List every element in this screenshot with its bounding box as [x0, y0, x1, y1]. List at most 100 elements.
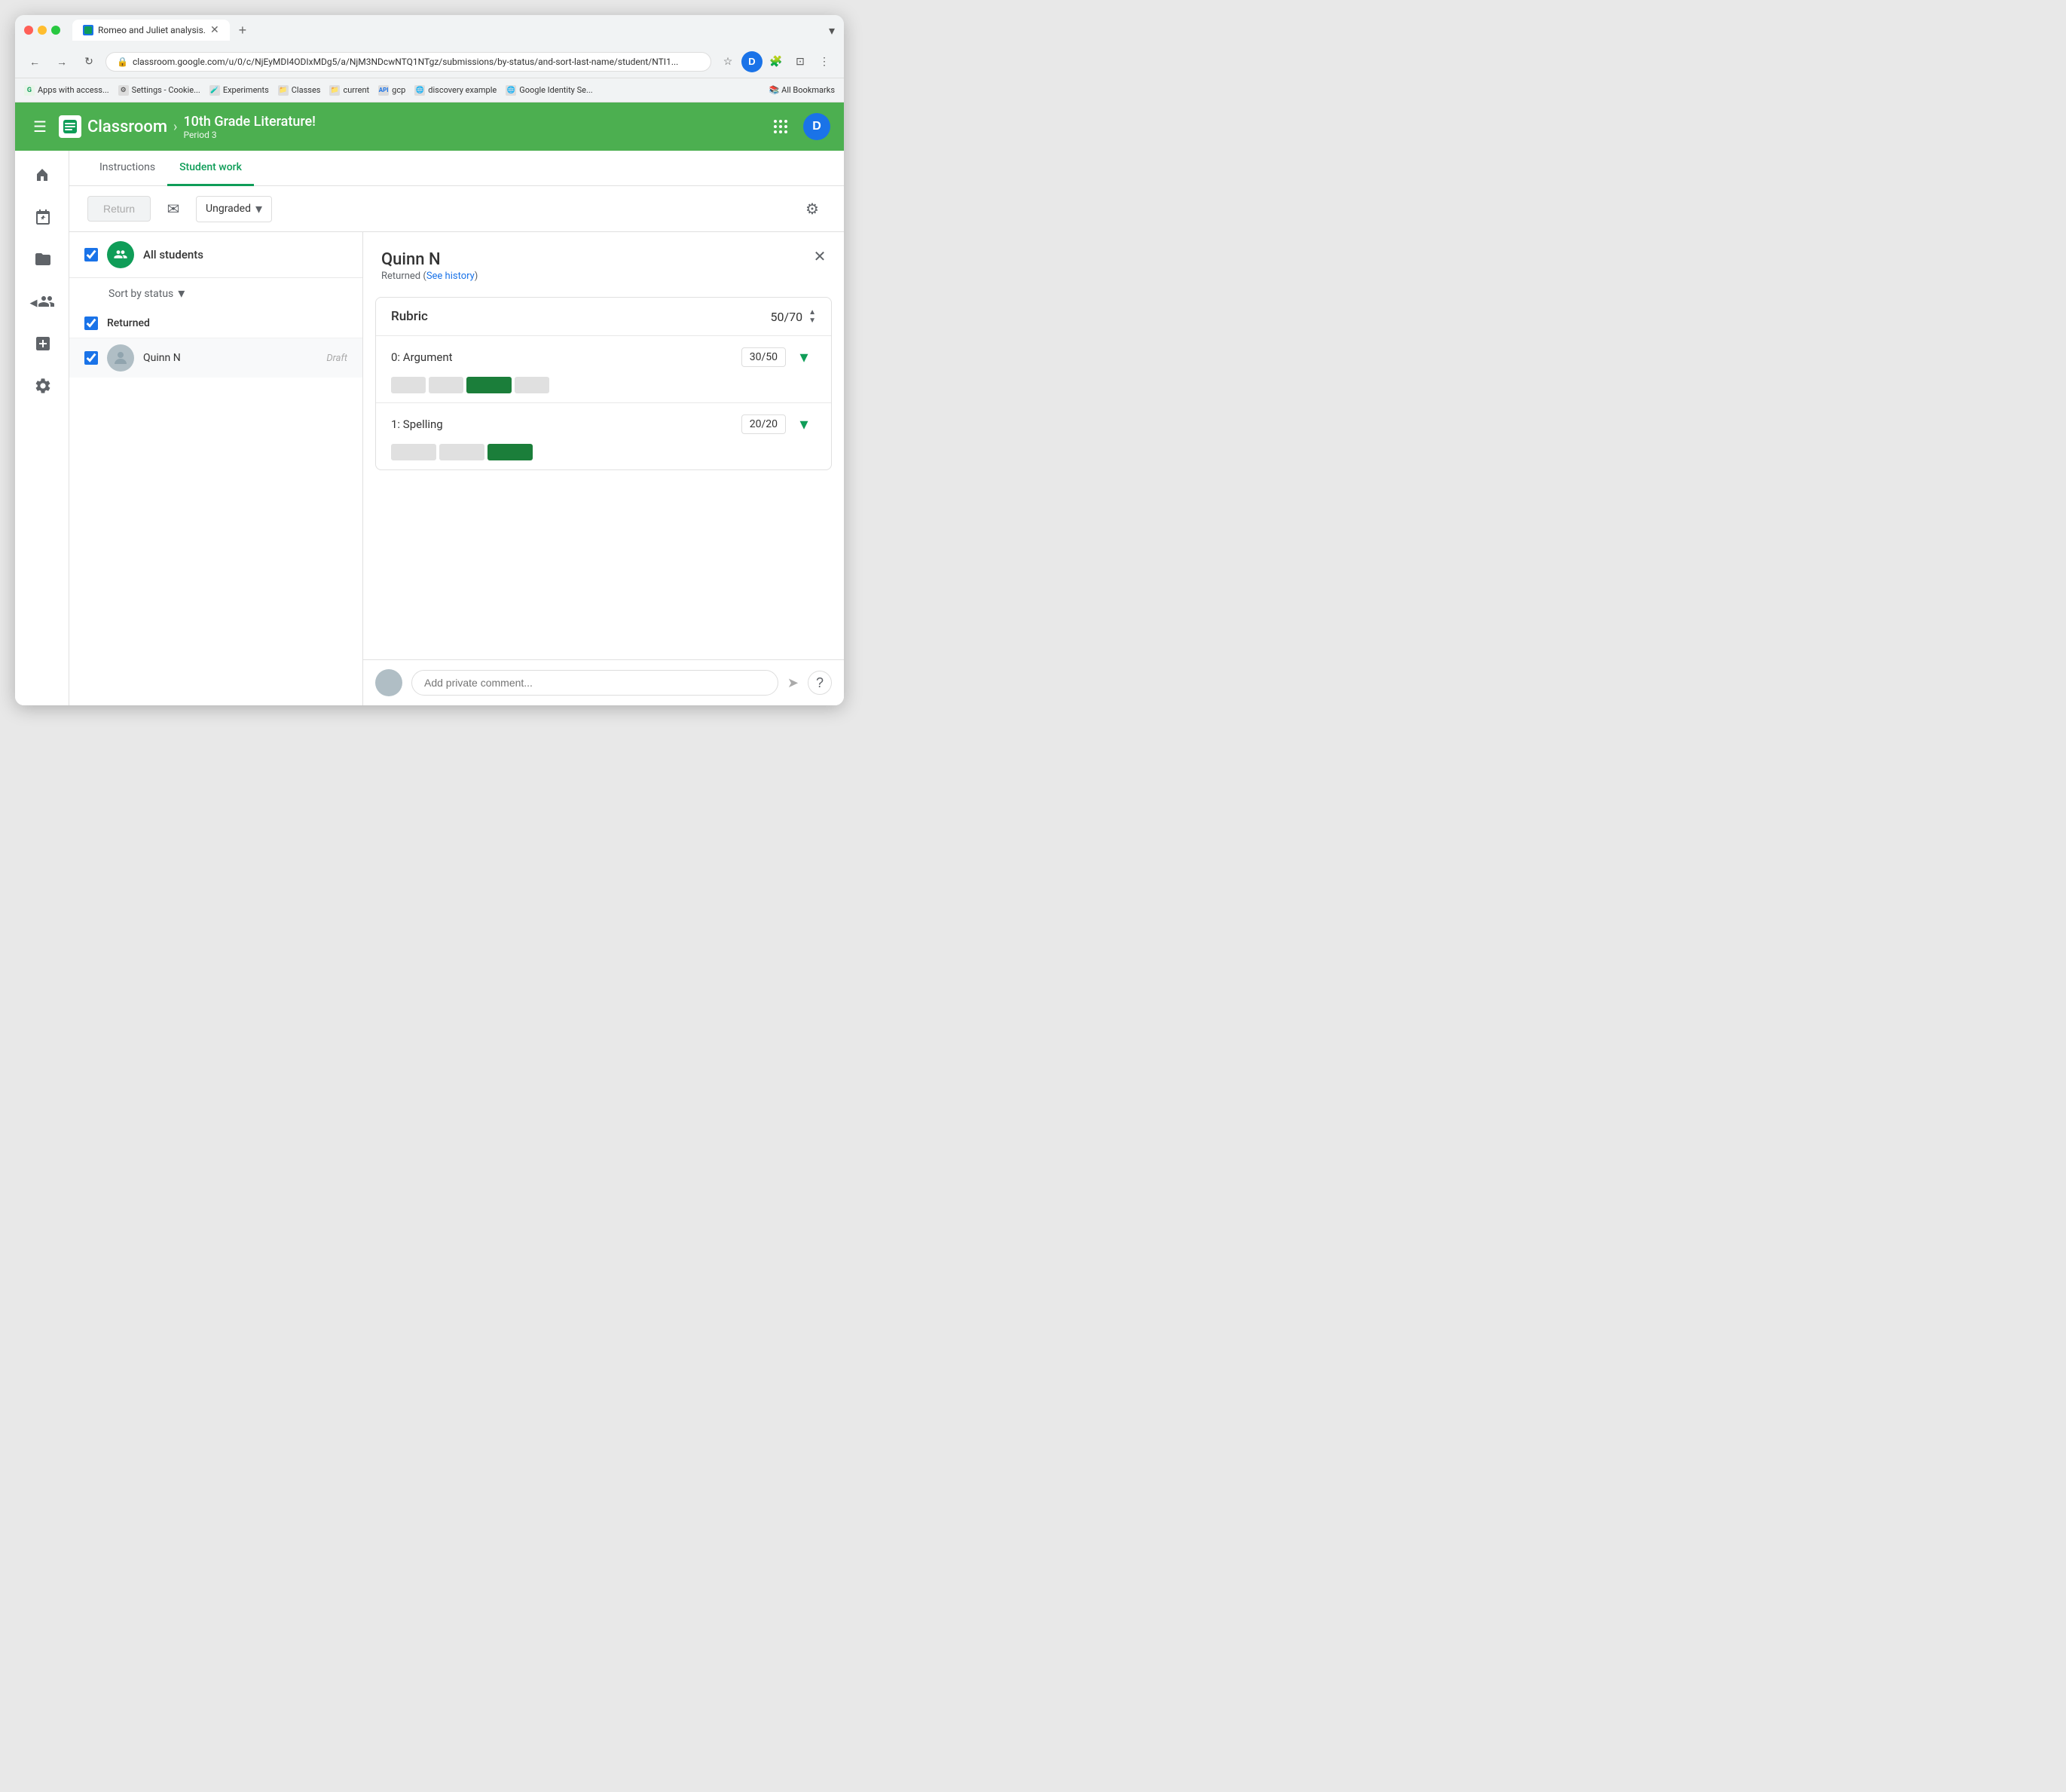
sort-label: Sort by status [108, 288, 173, 300]
course-period: Period 3 [183, 130, 316, 140]
bookmark-classes[interactable]: 📁 Classes [278, 85, 321, 96]
bookmark-apps-label: Apps with access... [38, 85, 109, 95]
bookmark-experiments[interactable]: 🧪 Experiments [209, 85, 269, 96]
hamburger-menu-button[interactable]: ☰ [27, 112, 53, 142]
bookmark-gcp[interactable]: API gcp [378, 85, 405, 96]
extensions-button[interactable]: 🧩 [766, 51, 787, 72]
dropdown-arrow-icon: ▾ [255, 201, 262, 217]
url-text: classroom.google.com/u/0/c/NjEyMDI4ODIxM… [133, 57, 678, 67]
criteria-argument-score: 30/50 [741, 347, 786, 367]
forward-button[interactable]: → [51, 51, 72, 72]
browser-navbar: ← → ↻ 🔒 classroom.google.com/u/0/c/NjEyM… [15, 45, 844, 78]
more-button[interactable]: ⋮ [814, 51, 835, 72]
sidebar-item-calendar[interactable] [23, 199, 62, 238]
add-icon [34, 335, 50, 356]
expand-left-icon: ◀ [30, 298, 38, 309]
rubric-title: Rubric [391, 309, 428, 324]
send-comment-button[interactable]: ➤ [787, 675, 799, 691]
tab-student-work[interactable]: Student work [167, 151, 254, 186]
criteria-argument-score-area: 30/50 ▾ [741, 345, 816, 369]
bookmark-current[interactable]: 📁 current [329, 85, 369, 96]
returned-section-checkbox[interactable] [84, 317, 98, 330]
app-container: ☰ Classroom › 10th Grade Literature! Per… [15, 102, 844, 705]
sidebar-item-home[interactable] [23, 157, 62, 196]
lock-icon: 🔒 [117, 57, 128, 67]
app-header: ☰ Classroom › 10th Grade Literature! Per… [15, 102, 844, 151]
settings-button[interactable]: ⚙ [799, 195, 826, 222]
argument-bar-1[interactable] [391, 377, 426, 393]
bookmark-settings[interactable]: ⚙ Settings - Cookie... [118, 85, 200, 96]
expand-spelling-button[interactable]: ▾ [792, 412, 816, 436]
email-button[interactable]: ✉ [160, 195, 187, 222]
home-icon [34, 166, 50, 187]
argument-rating-bars [391, 377, 816, 393]
help-button[interactable]: ? [808, 671, 832, 695]
app-body: ◀ [15, 151, 844, 705]
active-tab[interactable]: Romeo and Juliet analysis. ✕ [72, 20, 230, 41]
grade-dropdown[interactable]: Ungraded ▾ [196, 196, 272, 222]
tab-close-button[interactable]: ✕ [210, 24, 219, 36]
back-button[interactable]: ← [24, 51, 45, 72]
sidebar-item-folder[interactable] [23, 241, 62, 280]
main-split: All students Sort by status ▾ Returned [69, 232, 844, 705]
browser-menu-button[interactable]: ▾ [829, 23, 835, 38]
user-avatar-button[interactable]: D [802, 112, 832, 142]
sort-control[interactable]: Sort by status ▾ [69, 278, 362, 309]
refresh-button[interactable]: ↻ [78, 51, 99, 72]
all-students-checkbox[interactable] [84, 248, 98, 261]
bookmark-google-identity[interactable]: 🌐 Google Identity Se... [506, 85, 592, 96]
student-row[interactable]: Quinn N Draft [69, 338, 362, 378]
traffic-lights [24, 26, 60, 35]
bookmark-google-identity-label: Google Identity Se... [519, 85, 592, 95]
bookmark-button[interactable]: ☆ [717, 51, 738, 72]
classroom-logo-icon [59, 115, 81, 138]
bookmark-settings-label: Settings - Cookie... [132, 85, 200, 95]
student-submission-status: Draft [326, 353, 347, 364]
app-name: Classroom [87, 118, 167, 136]
address-bar[interactable]: 🔒 classroom.google.com/u/0/c/NjEyMDI4ODI… [105, 52, 711, 72]
minimize-traffic-light[interactable] [38, 26, 47, 35]
profile-button[interactable]: D [741, 51, 763, 72]
criteria-spelling-name: 1: Spelling [391, 417, 443, 431]
expand-argument-button[interactable]: ▾ [792, 345, 816, 369]
user-avatar: D [803, 113, 830, 140]
return-button[interactable]: Return [87, 196, 151, 222]
argument-bar-3[interactable] [466, 377, 512, 393]
new-tab-button[interactable]: + [233, 20, 253, 41]
detail-close-button[interactable]: ✕ [808, 244, 832, 268]
grid-menu-button[interactable] [766, 112, 796, 142]
commenter-avatar [375, 669, 402, 696]
sidebar-item-expand[interactable]: ◀ [23, 283, 62, 323]
sidebar-button[interactable]: ⊡ [790, 51, 811, 72]
tab-title: Romeo and Juliet analysis. [98, 25, 206, 35]
bookmark-discovery[interactable]: 🌐 discovery example [414, 85, 497, 96]
bookmark-all-label: 📚 All Bookmarks [769, 85, 835, 95]
tab-instructions[interactable]: Instructions [87, 151, 167, 186]
maximize-traffic-light[interactable] [51, 26, 60, 35]
tab-instructions-label: Instructions [99, 161, 155, 173]
forward-icon: → [57, 56, 67, 68]
spelling-bar-1[interactable] [391, 444, 436, 460]
student-detail-header: Quinn N Returned (See history) [363, 232, 844, 291]
argument-bar-4[interactable] [515, 377, 549, 393]
send-icon: ➤ [787, 675, 799, 690]
sidebar-item-settings[interactable] [23, 368, 62, 407]
refresh-icon: ↻ [84, 55, 93, 68]
comment-input-wrapper[interactable] [411, 670, 778, 696]
student-checkbox[interactable] [84, 351, 98, 365]
close-traffic-light[interactable] [24, 26, 33, 35]
course-info: 10th Grade Literature! Period 3 [183, 114, 316, 140]
sidebar-item-add[interactable] [23, 326, 62, 365]
comment-input[interactable] [424, 677, 766, 689]
all-students-row: All students [69, 232, 362, 278]
bookmark-all[interactable]: 📚 All Bookmarks [769, 85, 835, 95]
chevron-down-icon-2: ▾ [799, 414, 808, 434]
argument-bar-2[interactable] [429, 377, 463, 393]
avatar-letter: D [812, 120, 821, 133]
criteria-spelling: 1: Spelling 20/20 ▾ [376, 402, 831, 469]
spelling-bar-3[interactable] [487, 444, 533, 460]
score-stepper[interactable]: ▲ ▼ [808, 308, 816, 325]
see-history-link[interactable]: See history [426, 271, 475, 282]
spelling-bar-2[interactable] [439, 444, 484, 460]
bookmark-apps[interactable]: G Apps with access... [24, 85, 109, 96]
